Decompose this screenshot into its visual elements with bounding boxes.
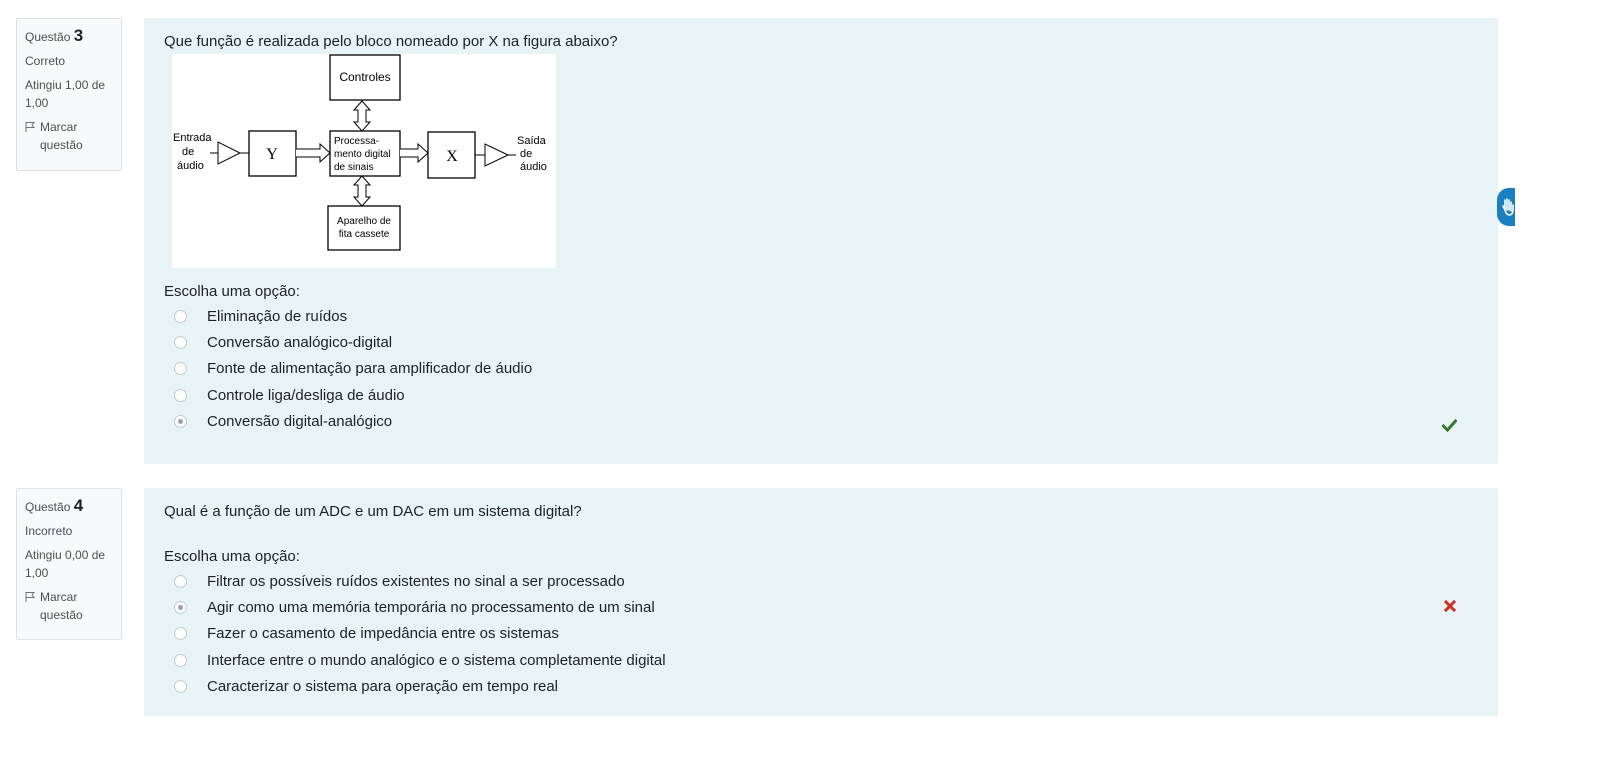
x-label: X: [446, 148, 458, 165]
answer-option[interactable]: Fonte de alimentação para amplificador d…: [174, 357, 532, 379]
answer-prompt: Escolha uma opção:: [164, 283, 300, 300]
radio-button-selected[interactable]: [174, 600, 187, 614]
answer-option-label: Eliminação de ruídos: [207, 307, 348, 325]
hand-icon: [1502, 198, 1514, 216]
flag-icon: [25, 592, 36, 602]
controles-label: Controles: [339, 70, 390, 84]
saida-label-3: áudio: [520, 161, 547, 173]
question-text: Que função é realizada pelo bloco nomead…: [164, 33, 618, 50]
answer-option[interactable]: Interface entre o mundo analógico e o si…: [174, 649, 666, 671]
arrow-dsp-aparelho: [352, 175, 372, 207]
question-status: Correto: [25, 54, 66, 68]
radio-button-selected[interactable]: [174, 414, 187, 428]
answer-option-label: Fonte de alimentação para amplificador d…: [207, 359, 533, 377]
radio-button[interactable]: [174, 388, 187, 402]
answer-option-selected[interactable]: Agir como uma memória temporária no proc…: [174, 596, 655, 618]
answer-option-label: Interface entre o mundo analógico e o si…: [207, 651, 666, 669]
arrow-controles-dsp: [352, 100, 372, 132]
question-label: Questão: [25, 30, 71, 44]
question-3-info: Questão 3 Correto Atingiu 1,00 de 1,00 M…: [16, 18, 122, 171]
entrada-label-1: Entrada: [173, 132, 212, 144]
entrada-label-3: áudio: [177, 160, 204, 172]
radio-button[interactable]: [174, 574, 187, 588]
question-number: Questão 3: [25, 27, 115, 46]
y-label: Y: [266, 146, 278, 163]
question-grade: Atingiu 1,00 de 1,00: [25, 78, 106, 110]
answer-option-selected[interactable]: Conversão digital-analógico: [174, 410, 392, 432]
radio-button[interactable]: [174, 361, 187, 375]
entrada-label-2: de: [182, 146, 194, 158]
radio-button[interactable]: [174, 626, 187, 640]
radio-button[interactable]: [174, 679, 187, 693]
flag-icon: [25, 122, 36, 132]
dsp-label-3: de sinais: [334, 162, 373, 173]
saida-label-1: Saída: [517, 135, 547, 147]
saida-label-2: de: [520, 148, 532, 160]
answer-option[interactable]: Caracterizar o sistema para operação em …: [174, 675, 558, 697]
flag-question-button[interactable]: Marcar questão: [25, 118, 115, 154]
question-status: Incorreto: [25, 524, 73, 538]
question-grade: Atingiu 0,00 de 1,00: [25, 548, 106, 580]
radio-button[interactable]: [174, 309, 187, 323]
answer-option-label: Caracterizar o sistema para operação em …: [207, 677, 558, 695]
radio-button[interactable]: [174, 335, 187, 349]
question-number: Questão 4: [25, 497, 115, 516]
arrow-dsp-x: [400, 142, 429, 164]
input-amplifier: [217, 141, 242, 165]
output-amplifier: [484, 143, 510, 167]
question-label: Questão: [25, 500, 71, 514]
flag-question-label: Marcar questão: [40, 590, 83, 622]
answer-option[interactable]: Controle liga/desliga de áudio: [174, 384, 405, 406]
answer-option-label: Conversão analógico-digital: [207, 333, 393, 351]
question-number-value: 4: [73, 496, 84, 515]
aparelho-label-2: fita cassete: [339, 229, 390, 240]
dsp-label-1: Processa-: [334, 136, 379, 147]
answer-option[interactable]: Eliminação de ruídos: [174, 305, 347, 327]
question-4-info: Questão 4 Incorreto Atingiu 0,00 de 1,00…: [16, 488, 122, 640]
answer-option-label: Conversão digital-analógico: [207, 412, 393, 430]
answer-option[interactable]: Fazer o casamento de impedância entre os…: [174, 622, 559, 644]
aparelho-label-1: Aparelho de: [337, 216, 391, 227]
block-diagram: Controles Processa- mento digital de sin…: [173, 54, 547, 251]
answer-prompt: Escolha uma opção:: [164, 548, 300, 565]
flag-question-button[interactable]: Marcar questão: [25, 588, 115, 624]
answer-option-label: Agir como uma memória temporária no proc…: [207, 598, 655, 616]
cross-icon: [1444, 600, 1456, 612]
block-diagram-figure: Controles Processa- mento digital de sin…: [172, 54, 556, 268]
question-3-content: Que função é realizada pelo bloco nomead…: [144, 18, 1498, 464]
arrow-y-dsp: [296, 142, 331, 164]
answer-option[interactable]: Conversão analógico-digital: [174, 331, 392, 353]
dsp-label-2: mento digital: [334, 149, 391, 160]
answer-option[interactable]: Filtrar os possíveis ruídos existentes n…: [174, 570, 625, 592]
radio-button[interactable]: [174, 653, 187, 667]
aparelho-block: [327, 205, 401, 251]
accessibility-widget-button[interactable]: [1497, 188, 1515, 226]
flag-question-label: Marcar questão: [40, 120, 83, 152]
question-number-value: 3: [73, 26, 84, 45]
answer-option-label: Fazer o casamento de impedância entre os…: [207, 624, 559, 642]
question-4-content: Qual é a função de um ADC e um DAC em um…: [144, 488, 1498, 716]
answer-option-label: Filtrar os possíveis ruídos existentes n…: [207, 572, 625, 590]
question-text: Qual é a função de um ADC e um DAC em um…: [164, 503, 582, 520]
answer-option-label: Controle liga/desliga de áudio: [207, 386, 405, 404]
check-icon: [1442, 419, 1457, 432]
